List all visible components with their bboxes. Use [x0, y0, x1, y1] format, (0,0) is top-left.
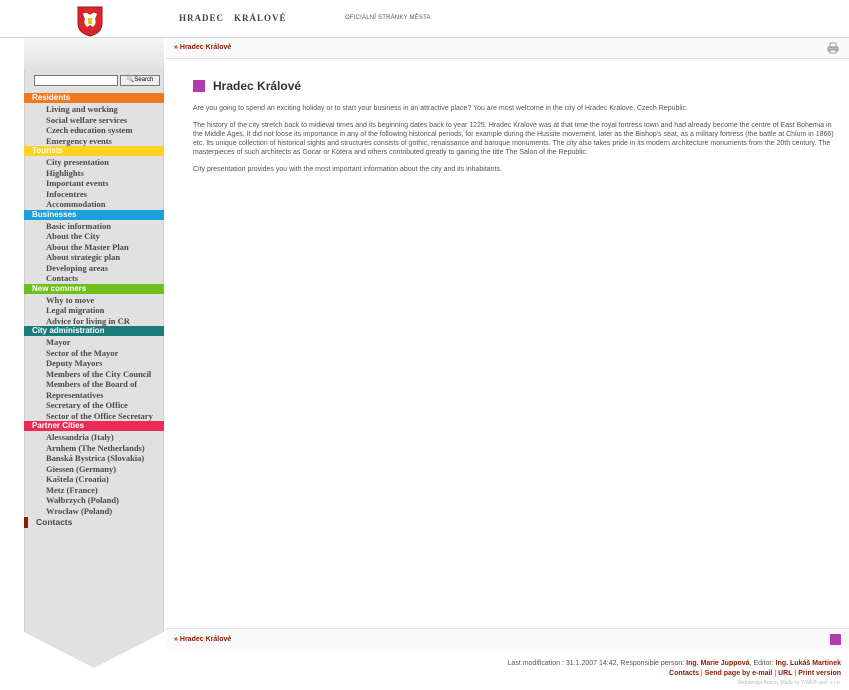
menu-item-wroclaw[interactable]: Wrocław (Poland)	[24, 506, 164, 517]
footer-contacts-link[interactable]: Contacts	[669, 670, 699, 677]
menu-item-advice-living[interactable]: Advice for living in CR	[24, 316, 164, 327]
main-content: Hradec Králové Are you going to spend an…	[193, 78, 843, 174]
menu-item-accommodation[interactable]: Accommodation	[24, 199, 164, 210]
footer-links: Contacts | Send page by e-mail | URL | P…	[669, 670, 841, 677]
menu-item-legal-migration[interactable]: Legal migration	[24, 305, 164, 316]
presentation-paragraph: City presentation provides you with the …	[193, 166, 502, 173]
intro-paragraph: Are you going to spend an exciting holid…	[193, 105, 688, 112]
sidebar-menu: Residents Living and working Social welf…	[24, 93, 164, 528]
menu-item-walbrzych[interactable]: Wałbrzych (Poland)	[24, 495, 164, 506]
editor-label: , Editor:	[749, 660, 774, 667]
menu-item-strategic-plan[interactable]: About strategic plan	[24, 252, 164, 263]
menu-item-deputy-mayors[interactable]: Deputy Mayors	[24, 358, 164, 369]
menu-section-city-administration[interactable]: City administration	[24, 326, 164, 336]
bottom-marker	[830, 634, 841, 645]
header: HRADEC KRÁLOVÉ OFICIÁLNÍ STRÁNKY MĚSTA	[0, 0, 849, 38]
site-title-word2: KRÁLOVÉ	[234, 13, 287, 23]
menu-item-why-to-move[interactable]: Why to move	[24, 295, 164, 306]
menu-item-developing-areas[interactable]: Developing areas	[24, 263, 164, 274]
menu-item-alessandria[interactable]: Alessandria (Italy)	[24, 432, 164, 443]
bottom-breadcrumb-arrow-icon: »	[174, 636, 178, 643]
sidebar-arrow-tip	[24, 632, 164, 668]
menu-item-education[interactable]: Czech education system	[24, 125, 164, 136]
menu-item-highlights[interactable]: Highlights	[24, 168, 164, 179]
menu-item-living-and-working[interactable]: Living and working	[24, 104, 164, 115]
menu-item-city-council[interactable]: Members of the City Council	[24, 369, 164, 380]
history-paragraph: The history of the city stretch back to …	[193, 122, 834, 156]
page-title: Hradec Králové	[213, 79, 302, 93]
city-coat-of-arms-logo[interactable]	[76, 5, 104, 37]
menu-section-tourists[interactable]: Tourists	[24, 146, 164, 156]
bottom-breadcrumb-link-home[interactable]: Hradec Králové	[180, 636, 231, 643]
bottom-breadcrumb-bar: » Hradec Králové	[166, 628, 849, 649]
site-title[interactable]: HRADEC KRÁLOVÉ	[179, 13, 287, 23]
site-title-word1: HRADEC	[179, 13, 225, 23]
breadcrumb-bar: » Hradec Králové	[166, 38, 849, 59]
url-link[interactable]: URL	[778, 670, 792, 677]
breadcrumb: » Hradec Králové	[174, 44, 231, 51]
menu-item-giessen[interactable]: Giessen (Germany)	[24, 464, 164, 475]
search-button[interactable]: 🔍Search	[120, 75, 160, 86]
bottom-breadcrumb: » Hradec Králové	[174, 636, 231, 643]
menu-item-banska-bystrica[interactable]: Banská Bystrica (Slovakia)	[24, 453, 164, 464]
footer-credit: Webdesign Anson. Made by T-WEB spol. s r…	[737, 680, 841, 686]
menu-item-kastela[interactable]: Kaštela (Croatia)	[24, 474, 164, 485]
modification-text: Last modification : 31.1.2007 14:42, Res…	[507, 660, 685, 667]
sidebar: 🔍Search Residents Living and working Soc…	[24, 38, 164, 670]
editor-link[interactable]: Ing. Lukáš Martinek	[776, 660, 841, 667]
printer-icon[interactable]	[827, 42, 839, 54]
official-pages-label: OFICIÁLNÍ STRÁNKY MĚSTA	[345, 15, 431, 21]
menu-item-metz[interactable]: Metz (France)	[24, 485, 164, 496]
menu-item-arnhem[interactable]: Arnhem (The Netherlands)	[24, 443, 164, 454]
menu-item-sector-of-mayor[interactable]: Sector of the Mayor	[24, 348, 164, 359]
footer: Last modification : 31.1.2007 14:42, Res…	[508, 659, 841, 688]
menu-item-business-contacts[interactable]: Contacts	[24, 273, 164, 284]
menu-item-social-welfare[interactable]: Social welfare services	[24, 115, 164, 126]
send-page-link[interactable]: Send page by e-mail	[705, 670, 773, 677]
modification-info: Last modification : 31.1.2007 14:42, Res…	[508, 659, 841, 669]
sidebar-top	[24, 38, 164, 70]
menu-item-sector-of-office-secretary[interactable]: Sector of the Office Secretary	[24, 411, 164, 422]
menu-item-important-events[interactable]: Important events	[24, 178, 164, 189]
menu-item-infocentres[interactable]: Infocentres	[24, 189, 164, 200]
menu-contacts[interactable]: Contacts	[24, 517, 164, 528]
menu-item-master-plan[interactable]: About the Master Plan	[24, 242, 164, 253]
search-input[interactable]	[34, 75, 118, 86]
menu-section-partner-cities[interactable]: Partner Cities	[24, 421, 164, 431]
menu-item-secretary-of-office[interactable]: Secretary of the Office	[24, 400, 164, 411]
search-box: 🔍Search	[34, 75, 164, 87]
menu-item-about-the-city[interactable]: About the City	[24, 231, 164, 242]
menu-section-residents[interactable]: Residents	[24, 93, 164, 103]
menu-item-mayor[interactable]: Mayor	[24, 337, 164, 348]
page-heading: Hradec Králové	[193, 78, 843, 96]
menu-item-city-presentation[interactable]: City presentation	[24, 157, 164, 168]
menu-item-board-of-representatives[interactable]: Members of the Board of Representatives	[24, 379, 164, 400]
menu-item-basic-information[interactable]: Basic information	[24, 221, 164, 232]
breadcrumb-link-home[interactable]: Hradec Králové	[180, 44, 231, 51]
menu-section-businesses[interactable]: Businesses	[24, 209, 164, 220]
breadcrumb-arrow-icon: »	[174, 44, 178, 51]
responsible-person-link[interactable]: Ing. Marie Juppová	[686, 660, 749, 667]
print-version-link[interactable]: Print version	[798, 670, 841, 677]
heading-marker	[193, 80, 205, 92]
menu-item-emergency-events[interactable]: Emergency events	[24, 136, 164, 147]
menu-section-new-commers[interactable]: New commers	[24, 283, 164, 294]
search-button-label: Search	[134, 77, 154, 83]
